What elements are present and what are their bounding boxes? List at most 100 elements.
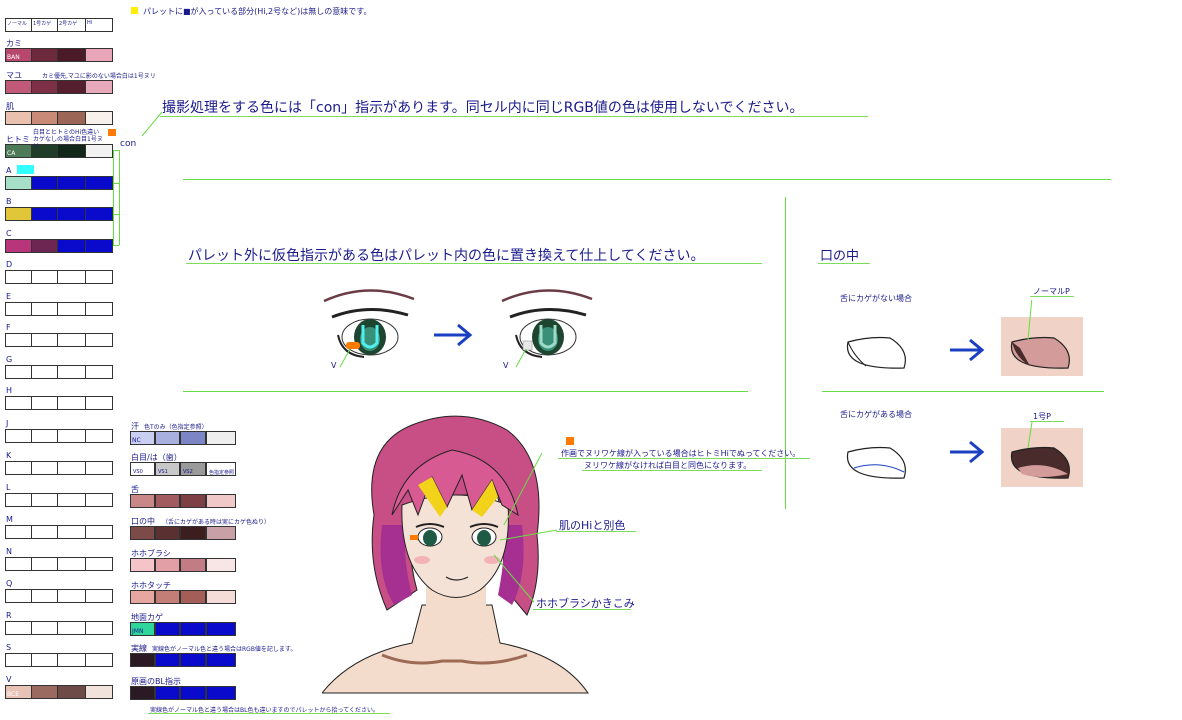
color-swatch xyxy=(85,685,113,699)
palette-row xyxy=(5,302,113,316)
color-swatch xyxy=(31,239,58,253)
color-swatch xyxy=(57,461,86,475)
palette-row xyxy=(5,207,113,221)
mouth-diagram-1 xyxy=(846,300,1083,376)
palette-row: BAN xyxy=(5,48,113,62)
color-swatch xyxy=(57,111,86,125)
mid-row-note: 実線色がノーマル色と違う場合はRGB値を記します。 xyxy=(152,646,297,653)
palette-row xyxy=(5,80,113,94)
color-swatch xyxy=(57,176,86,190)
color-swatch xyxy=(31,653,58,667)
color-swatch xyxy=(206,653,236,667)
color-swatch xyxy=(85,365,113,379)
color-swatch xyxy=(5,302,32,316)
palette-header: ノーマル 1号カゲ 2号カゲ Hi xyxy=(5,18,113,32)
main-note-con: 撮影処理をする色には「con」指示があります。同セル内に同じRGB値の色は使用し… xyxy=(162,100,804,116)
header-cell: 2号カゲ xyxy=(57,18,86,32)
color-swatch xyxy=(5,525,32,539)
palette-row xyxy=(5,525,113,539)
color-swatch xyxy=(5,365,32,379)
color-swatch xyxy=(85,429,113,443)
swatch-code: JMN xyxy=(132,628,144,635)
swatch-code: BCE xyxy=(7,691,19,698)
color-swatch xyxy=(31,80,58,94)
color-swatch xyxy=(31,557,58,571)
main-note-kari: パレット外に仮色指示がある色はパレット内の色に置き換えて仕上してください。 xyxy=(188,248,705,264)
palette-row xyxy=(5,621,113,635)
mouth-case-2: 舌にカゲがある場合 xyxy=(840,410,912,419)
mid-palette-row xyxy=(130,494,236,508)
color-swatch xyxy=(57,685,86,699)
color-swatch xyxy=(31,461,58,475)
color-swatch xyxy=(130,653,155,667)
color-swatch xyxy=(85,207,113,221)
color-swatch xyxy=(31,493,58,507)
palette-row xyxy=(5,589,113,603)
top-note: パレットに■が入っている部分(Hi,2号など)は無しの意味です。 xyxy=(143,7,372,16)
color-swatch xyxy=(57,80,86,94)
color-swatch xyxy=(57,207,86,221)
swatch-code: VS0 xyxy=(133,469,143,475)
header-cell: Hi xyxy=(85,18,113,32)
palette-row-label: A xyxy=(6,166,12,175)
eye-illustration xyxy=(323,289,593,368)
palette-row xyxy=(5,461,113,475)
color-swatch xyxy=(5,653,32,667)
color-swatch xyxy=(57,239,86,253)
color-swatch xyxy=(85,461,113,475)
con-bracket xyxy=(113,150,114,245)
color-swatch xyxy=(130,558,155,572)
color-swatch xyxy=(57,302,86,316)
mid-palette-row: NC xyxy=(130,431,236,445)
color-swatch xyxy=(57,48,86,62)
hitomi-note: 白目とヒトミのHi色違い カゲなしの場合白目1号ヌリ xyxy=(33,129,103,150)
color-swatch xyxy=(31,589,58,603)
color-swatch xyxy=(5,270,32,284)
color-swatch xyxy=(5,176,32,190)
color-swatch xyxy=(206,590,236,604)
color-swatch xyxy=(206,622,236,636)
color-swatch xyxy=(85,525,113,539)
character-face-illustration xyxy=(322,415,589,694)
color-swatch xyxy=(85,302,113,316)
color-swatch xyxy=(57,333,86,347)
cyan-marker-icon xyxy=(17,165,34,174)
color-swatch xyxy=(57,525,86,539)
color-swatch xyxy=(85,48,113,62)
color-swatch xyxy=(180,653,206,667)
mouth-title: 口の中 xyxy=(820,249,860,264)
color-swatch xyxy=(180,494,206,508)
palette-row-label: V xyxy=(6,675,12,684)
color-swatch xyxy=(31,333,58,347)
color-swatch xyxy=(85,493,113,507)
color-swatch xyxy=(180,622,206,636)
orange-marker-icon xyxy=(108,129,116,136)
color-swatch xyxy=(155,686,180,700)
color-swatch xyxy=(85,621,113,635)
color-swatch xyxy=(85,239,113,253)
color-swatch xyxy=(130,494,155,508)
mayu-note: カミ優先,マユに影のない場合白は1号ヌリ xyxy=(42,73,156,80)
color-swatch xyxy=(85,653,113,667)
divider-top xyxy=(183,179,1111,180)
color-swatch xyxy=(206,686,236,700)
color-swatch xyxy=(31,176,58,190)
color-swatch xyxy=(5,589,32,603)
color-swatch xyxy=(206,431,236,445)
mid-palette-row xyxy=(130,590,236,604)
divider-vertical xyxy=(785,197,786,509)
color-swatch xyxy=(180,590,206,604)
color-swatch xyxy=(5,111,32,125)
color-swatch xyxy=(31,621,58,635)
palette-row-label: F xyxy=(6,323,11,332)
color-swatch xyxy=(31,48,58,62)
color-swatch xyxy=(31,365,58,379)
palette-row-label: Q xyxy=(6,579,13,588)
color-swatch xyxy=(206,526,236,540)
color-swatch xyxy=(31,685,58,699)
palette-row-label: G xyxy=(6,355,13,364)
color-swatch xyxy=(180,431,206,445)
color-swatch xyxy=(5,239,32,253)
color-swatch xyxy=(57,653,86,667)
palette-row-label: M xyxy=(6,515,13,524)
